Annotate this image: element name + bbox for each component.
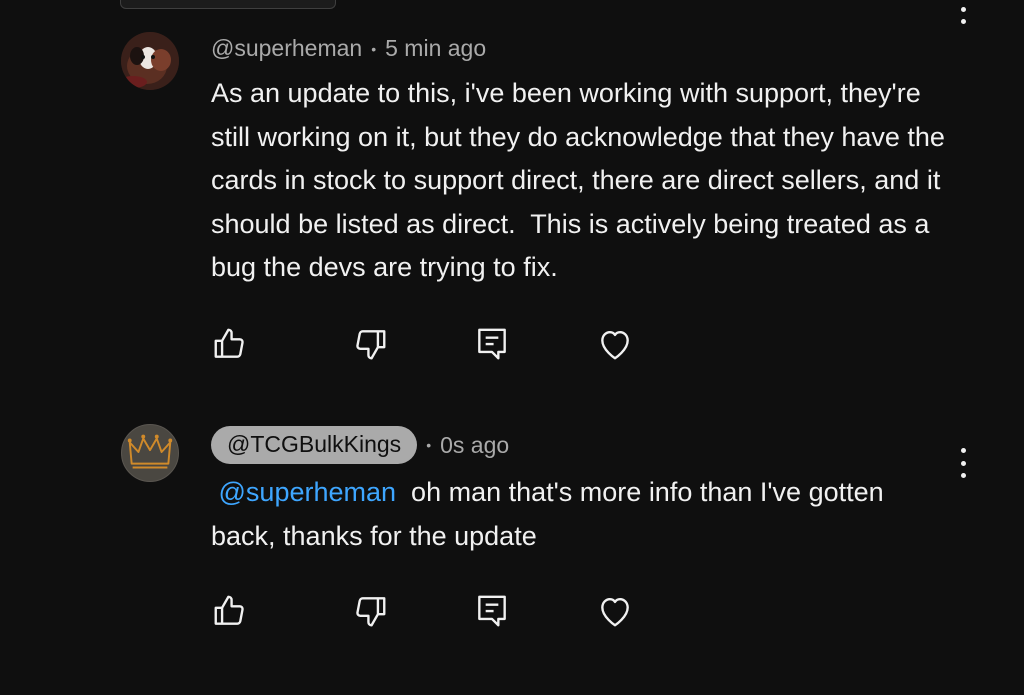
- mention-link[interactable]: @superheman: [219, 477, 397, 507]
- avatar[interactable]: [121, 32, 179, 90]
- more-options-icon[interactable]: [959, 448, 967, 478]
- author-handle[interactable]: @superheman: [211, 35, 362, 62]
- reply-button[interactable]: [472, 591, 512, 631]
- author-handle-chip[interactable]: @TCGBulkKings: [211, 426, 418, 464]
- clipped-reply-chip[interactable]: [120, 0, 336, 9]
- more-options-icon[interactable]: [959, 0, 967, 24]
- comment-text: @superheman oh man that's more info than…: [211, 471, 951, 558]
- like-button[interactable]: [210, 324, 250, 364]
- heart-button[interactable]: [595, 324, 635, 364]
- guinea-pig-avatar-icon: [121, 32, 179, 90]
- reply-icon: [478, 595, 506, 627]
- comment-text: As an update to this, i've been working …: [211, 78, 953, 282]
- like-button[interactable]: [210, 591, 250, 631]
- thumbs-down-icon: [356, 597, 386, 627]
- thumbs-down-icon: [356, 330, 386, 360]
- thumbs-up-icon: [214, 595, 244, 625]
- reply-button[interactable]: [472, 324, 512, 364]
- comments-thread: @superheman • 5 min ago As an update to …: [0, 0, 1024, 695]
- thumbs-up-icon: [214, 328, 244, 358]
- reply-icon: [478, 328, 506, 360]
- crown-icon: [127, 434, 173, 469]
- heart-icon: [601, 597, 629, 627]
- dislike-button[interactable]: [350, 591, 390, 631]
- comment-meta: @superheman • 5 min ago: [211, 35, 486, 62]
- timestamp[interactable]: 5 min ago: [385, 35, 486, 62]
- avatar[interactable]: [121, 424, 179, 482]
- meta-separator: •: [371, 40, 377, 57]
- dislike-button[interactable]: [350, 324, 390, 364]
- comment-actions: [0, 591, 1024, 635]
- heart-button[interactable]: [595, 591, 635, 631]
- meta-separator: •: [426, 437, 432, 453]
- heart-icon: [601, 330, 629, 360]
- comment-meta: @TCGBulkKings • 0s ago: [211, 426, 509, 464]
- comment-actions: [0, 324, 1024, 368]
- timestamp[interactable]: 0s ago: [440, 432, 509, 459]
